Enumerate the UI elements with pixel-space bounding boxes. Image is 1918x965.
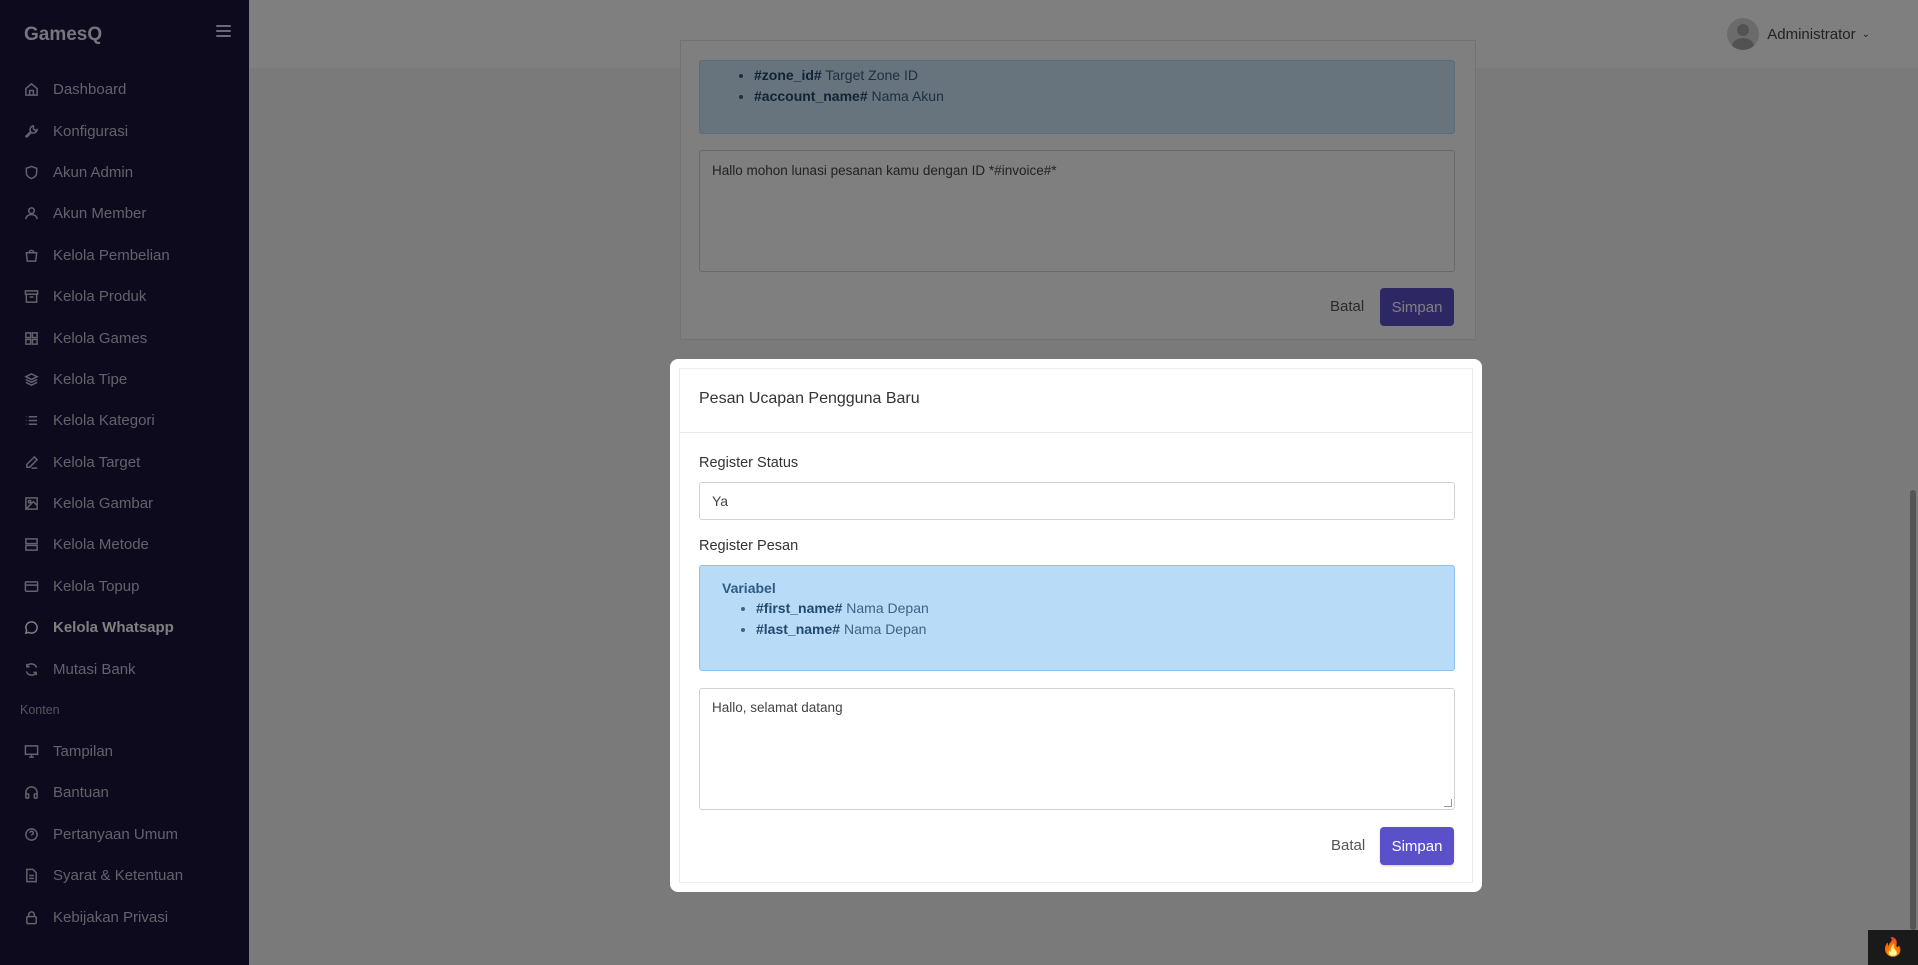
- variable-item: #last_name# Nama Depan: [756, 619, 1454, 640]
- variables-alert: Variabel #first_name# Nama Depan #last_n…: [699, 565, 1455, 671]
- cancel-button[interactable]: Batal: [1331, 837, 1365, 854]
- register-status-select[interactable]: Ya: [699, 482, 1455, 520]
- register-message-textarea[interactable]: Hallo, selamat datang: [699, 688, 1455, 810]
- variable-item: #first_name# Nama Depan: [756, 598, 1454, 619]
- page-scrollbar[interactable]: [1910, 490, 1916, 930]
- register-message-value: Hallo, selamat datang: [712, 700, 843, 715]
- register-status-value: Ya: [712, 493, 729, 509]
- modal-divider: [679, 432, 1473, 433]
- modal-title: Pesan Ucapan Pengguna Baru: [699, 390, 920, 407]
- flame-icon[interactable]: 🔥: [1868, 930, 1918, 965]
- resize-handle-icon[interactable]: [1444, 799, 1452, 807]
- save-button[interactable]: Simpan: [1380, 827, 1454, 865]
- variables-title: Variabel: [722, 580, 776, 596]
- register-message-label: Register Pesan: [699, 538, 799, 554]
- new-user-greeting-modal: Pesan Ucapan Pengguna Baru Register Stat…: [670, 359, 1482, 892]
- register-status-label: Register Status: [699, 455, 799, 471]
